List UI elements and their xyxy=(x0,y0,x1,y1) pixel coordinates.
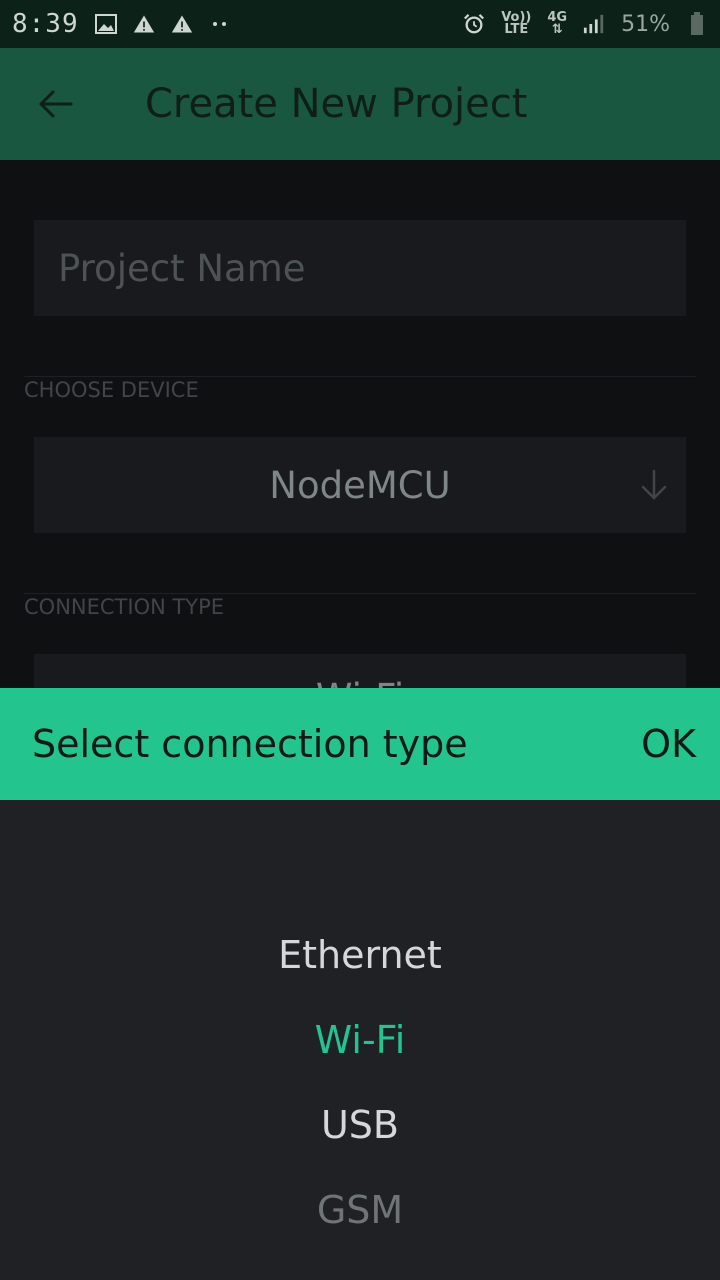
connection-type-label: CONNECTION TYPE xyxy=(24,595,225,619)
picker-option-usb[interactable]: USB xyxy=(0,1103,720,1147)
device-select[interactable]: NodeMCU xyxy=(34,437,686,533)
app-bar: Create New Project xyxy=(0,48,720,160)
battery-icon xyxy=(686,12,708,35)
status-bar-left: 8:39 xyxy=(12,9,231,39)
divider xyxy=(24,593,696,594)
divider xyxy=(24,376,696,377)
screen: 8:39 Vo)) LTE 4G ⇅ 51% Create New Projec… xyxy=(0,0,720,1280)
warning-icon xyxy=(133,13,155,35)
network-4g-label: 4G xyxy=(547,10,568,25)
picker-option-ethernet[interactable]: Ethernet xyxy=(0,933,720,977)
volte-indicator: Vo)) LTE xyxy=(501,11,531,37)
connection-type-sheet-header: Select connection type OK xyxy=(0,688,720,800)
warning-icon xyxy=(171,13,193,35)
status-bar-right: Vo)) LTE 4G ⇅ 51% xyxy=(463,10,708,37)
choose-device-label: CHOOSE DEVICE xyxy=(24,378,199,402)
overflow-dots-icon xyxy=(209,13,231,35)
picker-option-wifi[interactable]: Wi-Fi xyxy=(0,1018,720,1062)
project-name-input[interactable] xyxy=(34,220,686,316)
alarm-icon xyxy=(463,13,485,35)
battery-percent: 51% xyxy=(621,11,670,37)
connection-type-picker[interactable]: Ethernet Wi-Fi USB GSM xyxy=(0,800,720,1280)
status-bar: 8:39 Vo)) LTE 4G ⇅ 51% xyxy=(0,0,720,48)
lte-label: LTE xyxy=(504,22,529,37)
back-arrow-icon xyxy=(39,90,73,118)
dropdown-arrow-icon xyxy=(641,469,667,500)
ok-button[interactable]: OK xyxy=(625,712,696,776)
back-button[interactable] xyxy=(0,48,112,160)
status-time: 8:39 xyxy=(12,9,79,39)
sheet-title: Select connection type xyxy=(32,722,468,766)
page-title: Create New Project xyxy=(145,81,528,127)
picker-option-gsm[interactable]: GSM xyxy=(0,1188,720,1232)
image-icon xyxy=(94,13,117,35)
signal-icon xyxy=(583,13,605,35)
network-4g-indicator: 4G ⇅ xyxy=(547,10,568,37)
project-form: CHOOSE DEVICE NodeMCU CONNECTION TYPE Wi… xyxy=(0,160,720,750)
device-value: NodeMCU xyxy=(269,463,451,507)
